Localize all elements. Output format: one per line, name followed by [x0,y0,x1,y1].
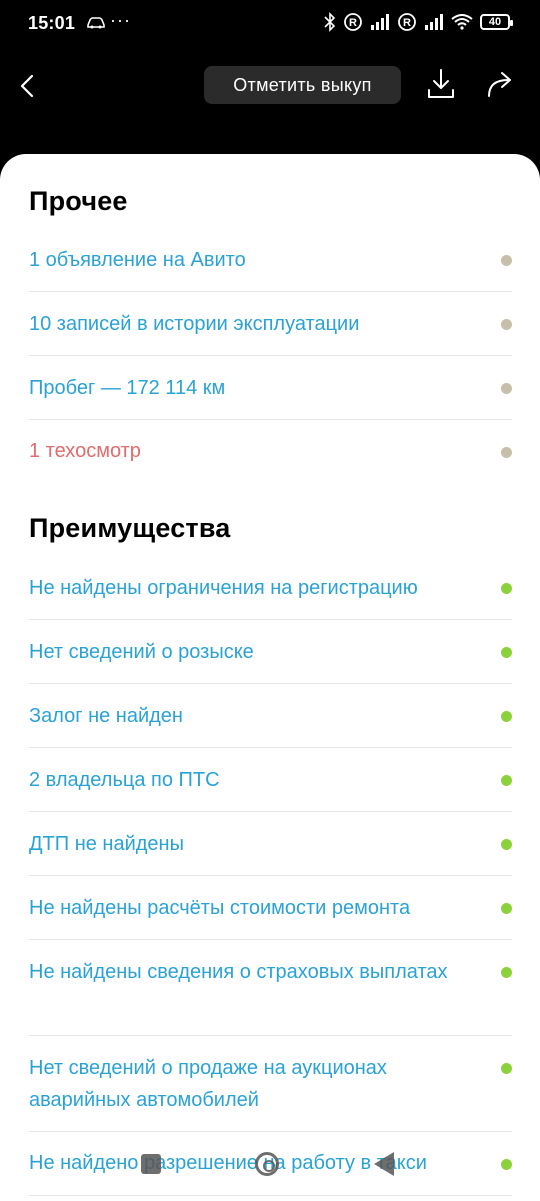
nav-back-icon[interactable] [374,1152,394,1176]
svg-text:R: R [349,17,357,29]
status-dot [501,647,512,658]
car-icon [86,16,106,34]
list-item[interactable]: Залог не найден [29,684,512,748]
list-item-text: ДТП не найдены [29,833,184,855]
mark-purchase-button[interactable]: Отметить выкуп [204,66,401,104]
list-item[interactable]: Пробег — 172 114 км [29,356,512,420]
list-item-text: Не найдены ограничения на регистрацию [29,577,418,599]
list-item-text: 2 владельца по ПТС [29,769,220,791]
status-dot [501,839,512,850]
status-dot [501,583,512,594]
list-item[interactable]: 10 записей в истории эксплуатации [29,292,512,356]
list-item-text: Залог не найден [29,705,183,727]
list-item-text: 1 объявление на Авито [29,249,246,271]
list-item[interactable]: Не найдены расчёты стоимости ремонта [29,876,512,940]
list-item[interactable]: 1 техосмотр [29,420,512,484]
home-icon[interactable] [255,1152,279,1176]
status-dot [501,711,512,722]
roaming-icon: R [343,12,363,32]
status-dot [501,1063,512,1074]
list-item[interactable]: 2 владельца по ПТС [29,748,512,812]
recents-icon[interactable] [141,1154,161,1174]
status-dot [501,967,512,978]
list-item-text: Нет сведений о продаже на аукционах авар… [29,1057,387,1111]
bluetooth-icon [324,12,336,32]
status-bar: 15:01 ··· R R 40 [0,0,540,48]
list-item[interactable]: ДТП не найдены [29,812,512,876]
list-item-text: 1 техосмотр [29,440,141,462]
list-item-text: Не найдены расчёты стоимости ремонта [29,897,411,919]
list-item-text: Нет сведений о розыске [29,641,254,663]
status-dot [501,447,512,458]
status-dot [501,319,512,330]
list-item[interactable]: Не найдены сведения о страховых выплатах [29,940,512,1036]
status-icons: R R 40 [324,12,513,32]
battery-icon: 40 [480,14,513,30]
wifi-icon [451,14,473,30]
download-icon[interactable] [425,66,457,102]
status-dot [501,775,512,786]
roaming-icon: R [397,12,417,32]
list-item[interactable]: Нет сведений о продаже на аукционах авар… [29,1036,512,1132]
list-item[interactable]: 1 объявление на Авито [29,228,512,292]
status-dot [501,255,512,266]
status-dot [501,903,512,914]
signal-icon [370,14,390,30]
list-item[interactable]: Нет сведений о розыске [29,620,512,684]
share-icon[interactable] [484,66,518,102]
signal-icon [424,14,444,30]
section-title-advantages: Преимущества [29,513,231,543]
list-item-text: 10 записей в истории эксплуатации [29,313,360,335]
list-item-text: Не найдены сведения о страховых выплатах [29,961,448,983]
status-dot [501,383,512,394]
status-time: 15:01 [28,13,76,33]
toolbar: Отметить выкуп [0,48,540,124]
system-nav-bar [0,1140,540,1201]
more-notifications-icon: ··· [110,10,131,30]
back-icon[interactable] [14,68,42,104]
list-item-text: Пробег — 172 114 км [29,377,226,399]
report-sheet: Прочее 1 объявление на Авито 10 записей … [0,154,540,1201]
section-title-other: Прочее [29,186,128,216]
list-item[interactable]: Не найдены ограничения на регистрацию [29,556,512,620]
svg-text:R: R [403,17,411,29]
